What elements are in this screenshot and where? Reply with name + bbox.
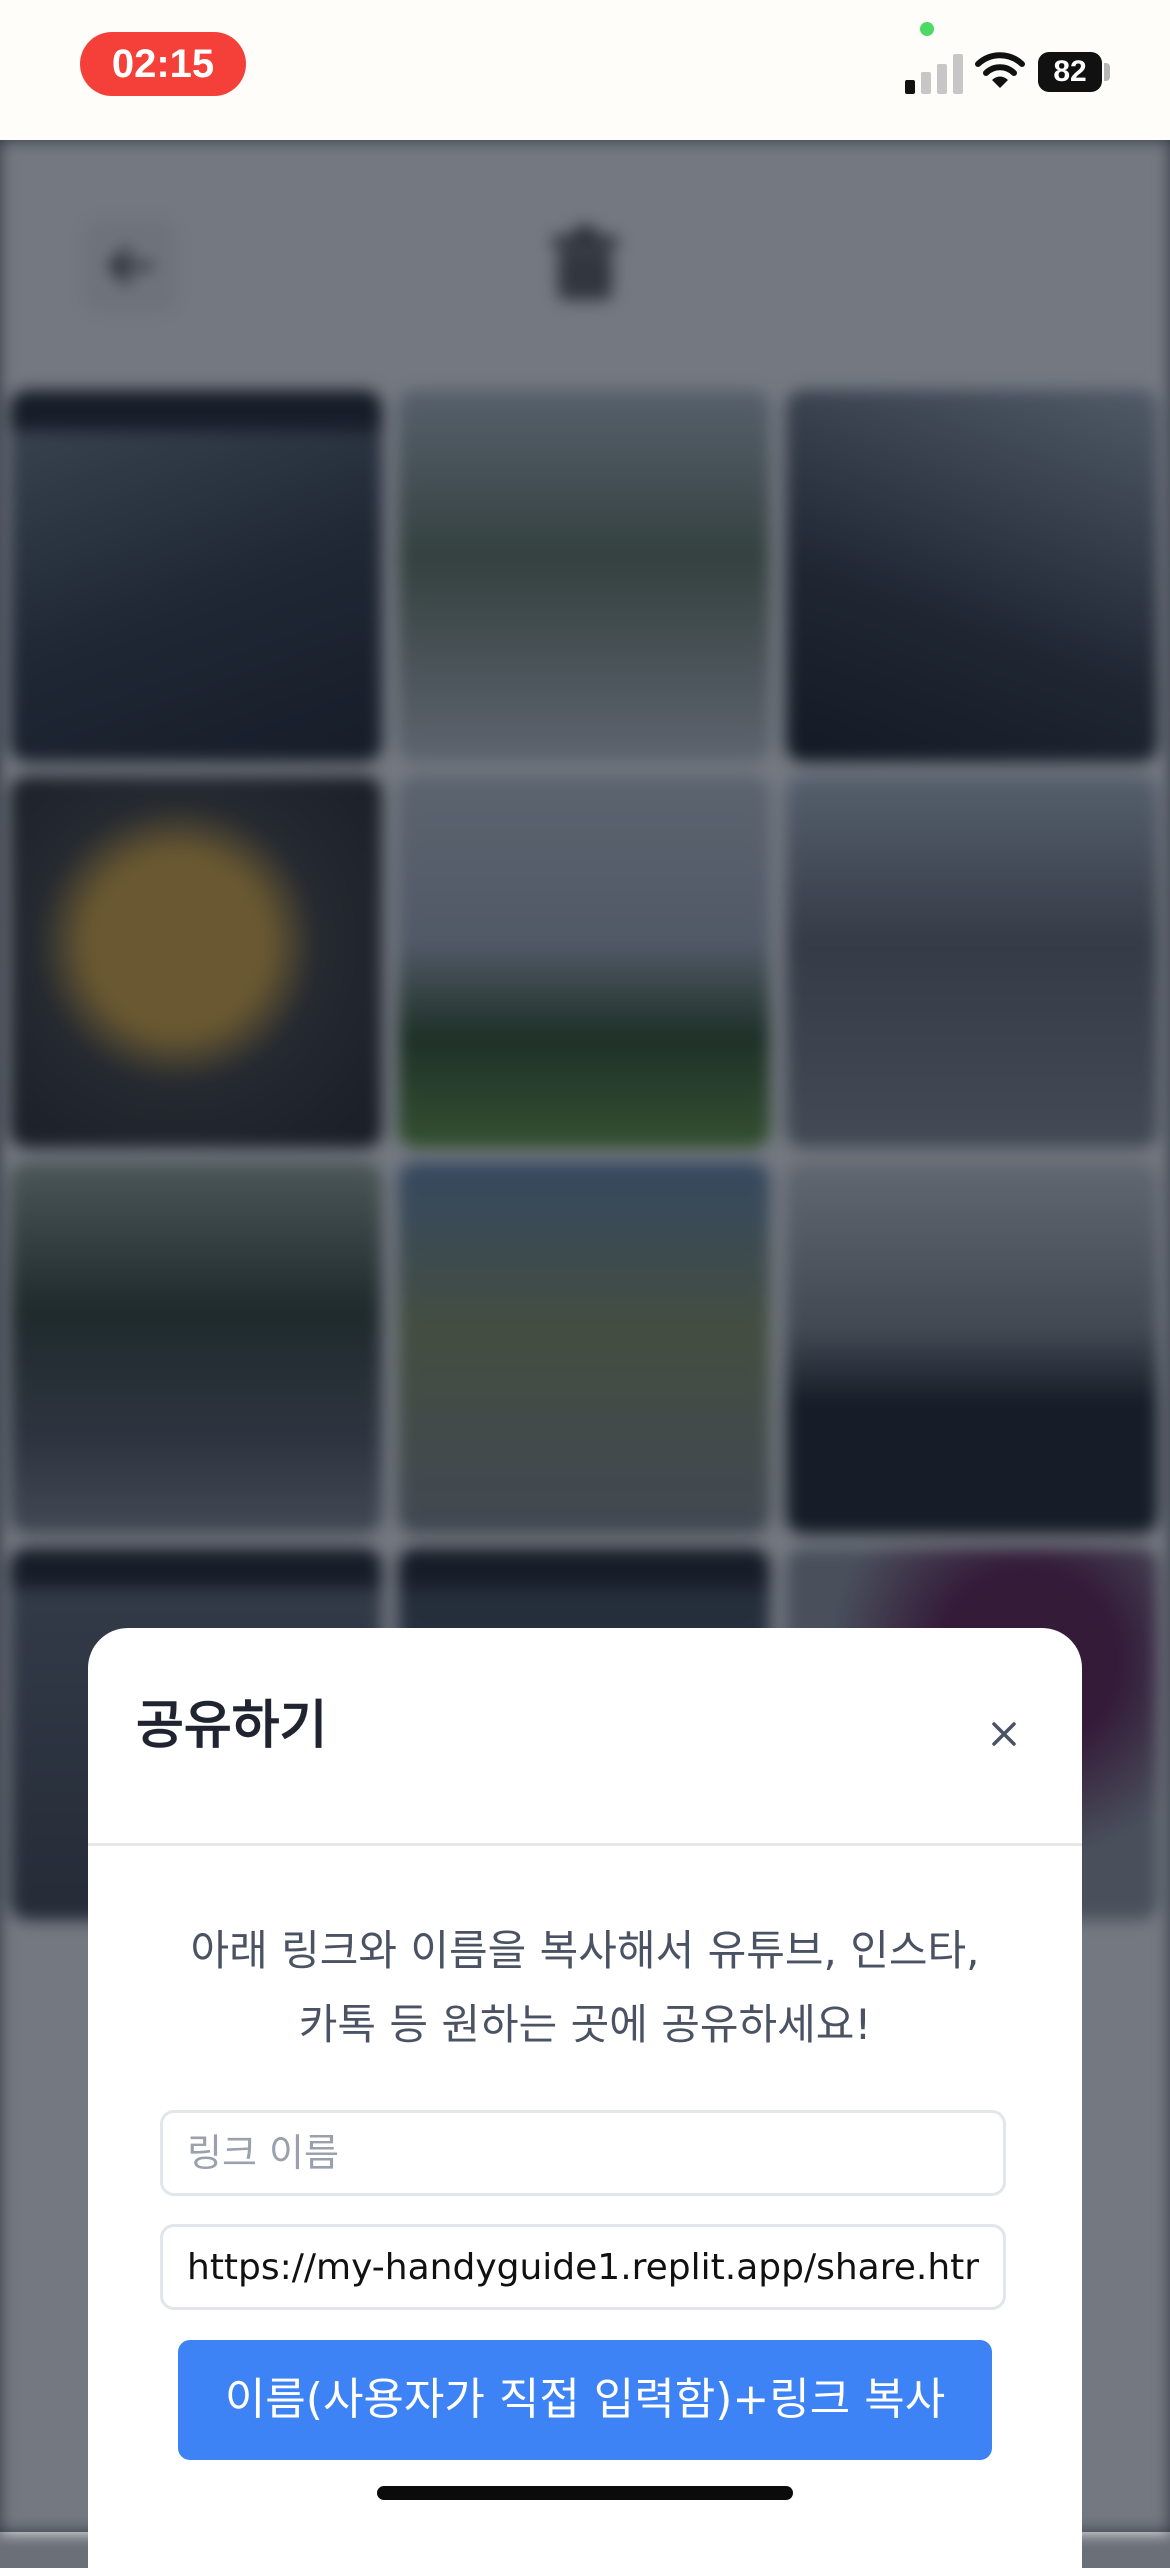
- status-time: 02:15: [80, 32, 246, 96]
- share-modal: 공유하기 아래 링크와 이름을 복사해서 유튜브, 인스타, 카톡 등 원하는 …: [88, 1628, 1082, 2568]
- link-name-input[interactable]: [160, 2110, 1006, 2196]
- close-icon[interactable]: [980, 1710, 1028, 1758]
- copy-name-and-link-button[interactable]: 이름(사용자가 직접 입력함)+링크 복사: [178, 2340, 992, 2460]
- instruction-line-1: 아래 링크와 이름을 복사해서 유튜브, 인스타,: [190, 1926, 980, 1975]
- cellular-signal-icon: [905, 52, 963, 94]
- status-bar: 02:15 82: [0, 0, 1170, 140]
- modal-title: 공유하기: [136, 1696, 328, 1756]
- battery-tip: [1104, 63, 1110, 81]
- modal-divider: [88, 1843, 1082, 1846]
- instruction-line-2: 카톡 등 원하는 곳에 공유하세요!: [298, 2000, 872, 2049]
- share-url-input[interactable]: [160, 2224, 1006, 2310]
- home-indicator[interactable]: [377, 2486, 793, 2500]
- battery-level: 82: [1038, 52, 1102, 92]
- privacy-indicator-dot: [920, 22, 934, 36]
- wifi-icon: [975, 52, 1025, 88]
- share-instructions: 아래 링크와 이름을 복사해서 유튜브, 인스타, 카톡 등 원하는 곳에 공유…: [128, 1914, 1042, 2062]
